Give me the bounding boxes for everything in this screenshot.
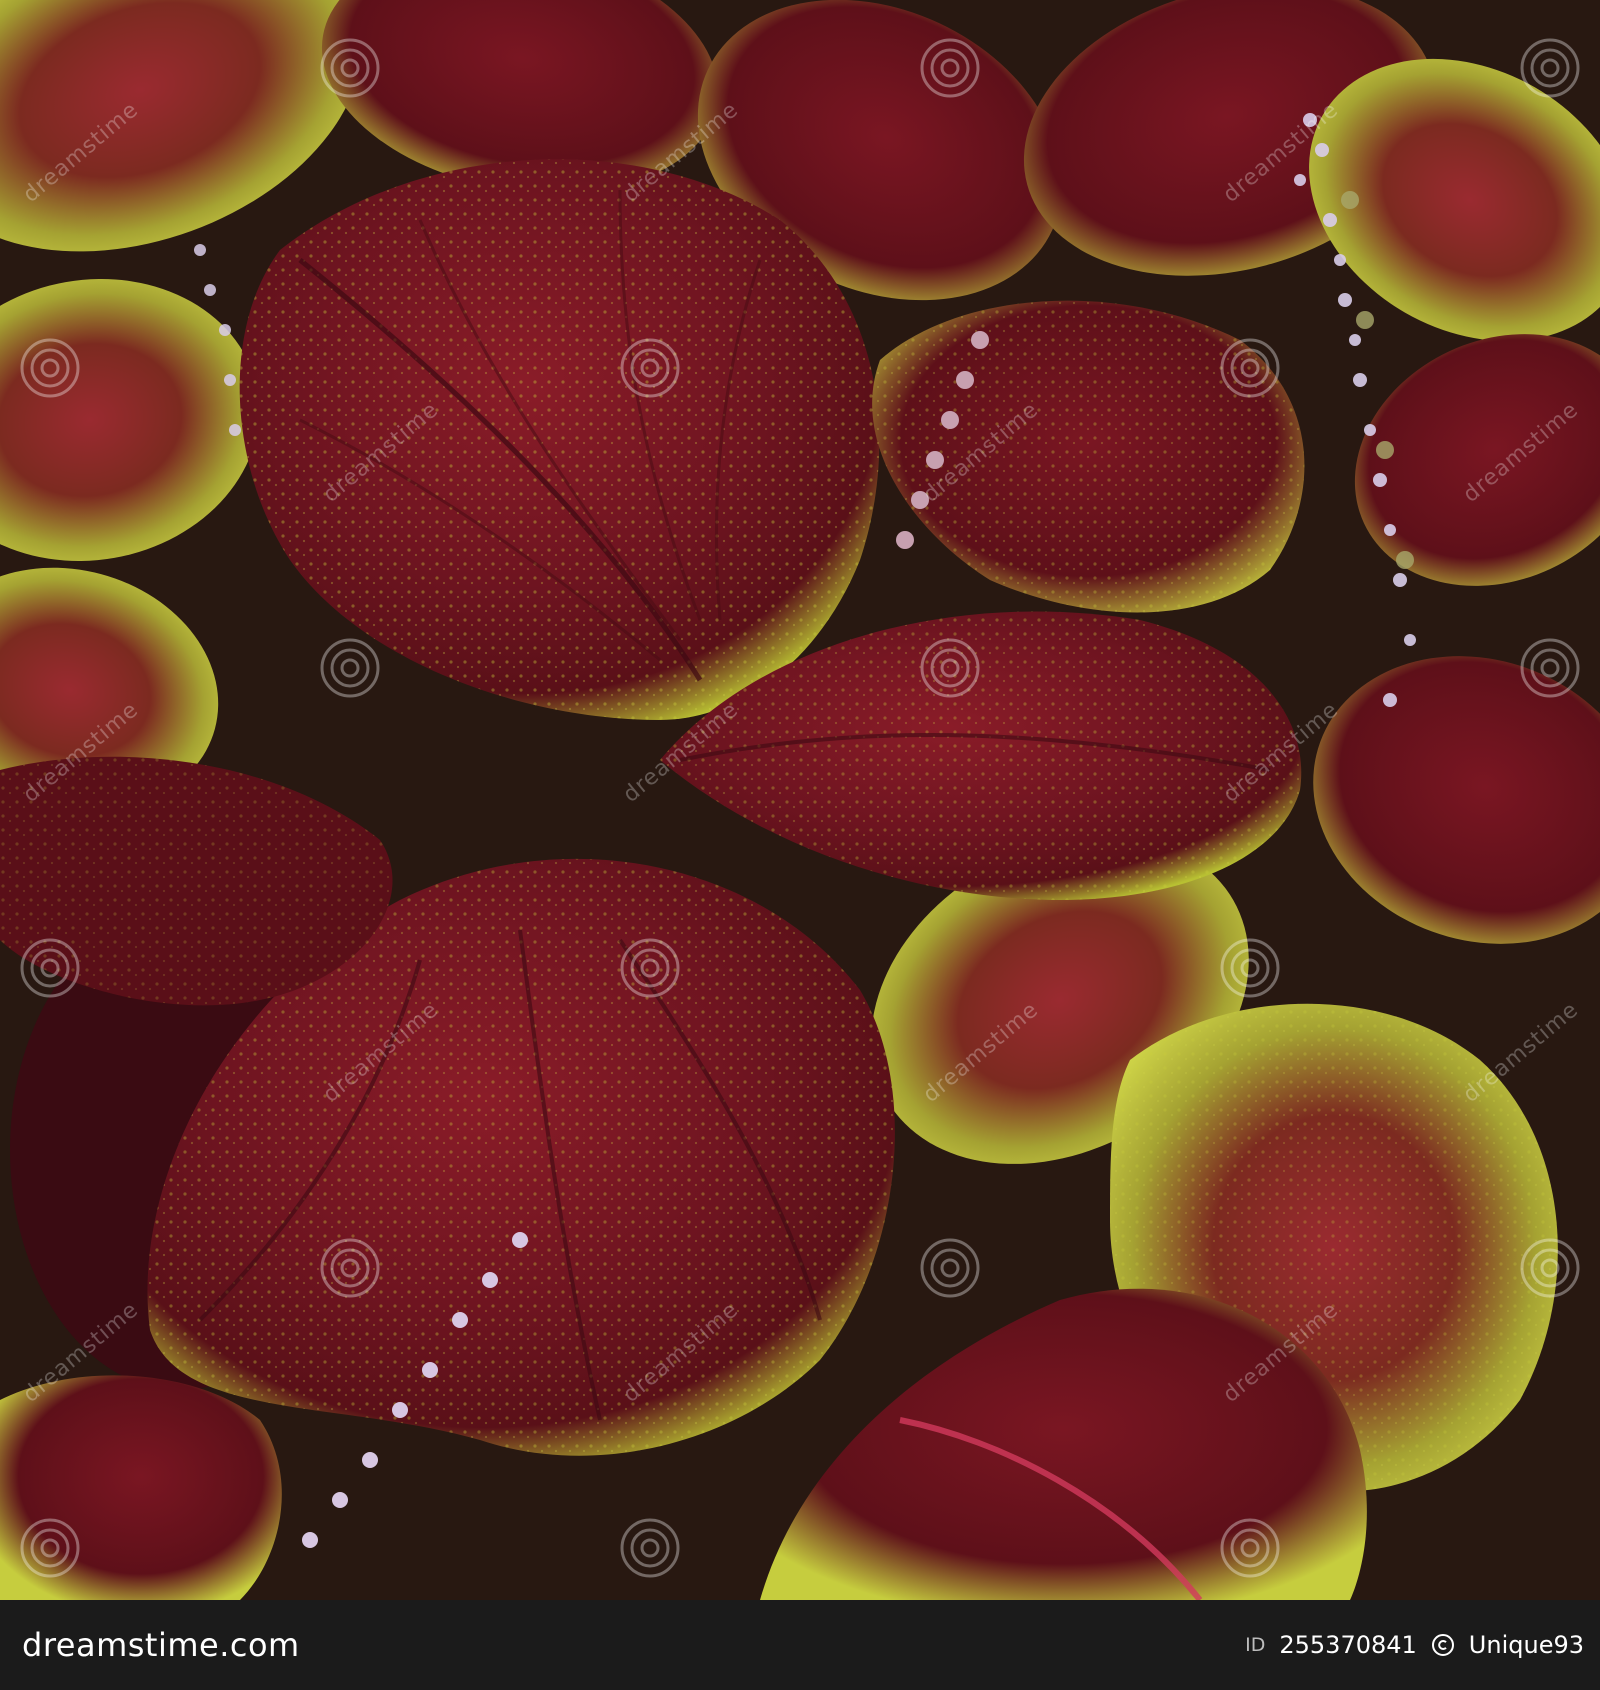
copyright-icon: [1431, 1634, 1454, 1656]
author-name[interactable]: Unique93: [1469, 1631, 1584, 1659]
watermark-spiral-icon: [320, 1238, 380, 1298]
watermark-spiral-icon: [620, 938, 680, 998]
coleus-leaves-illustration: [0, 0, 1600, 1600]
watermark-spiral-icon: [920, 1238, 980, 1298]
watermark-spiral-icon: [1520, 1238, 1580, 1298]
watermark-spiral-icon: [1220, 938, 1280, 998]
watermark-spiral-icon: [620, 338, 680, 398]
id-label: ID: [1245, 1634, 1266, 1656]
watermark-spiral-icon: [320, 638, 380, 698]
watermark-spiral-icon: [620, 1518, 680, 1578]
attribution-footer: dreamstime.com ID 255370841 Unique93: [0, 1600, 1600, 1690]
watermark-spiral-icon: [20, 1518, 80, 1578]
watermark-spiral-icon: [1520, 38, 1580, 98]
watermark-spiral-icon: [20, 938, 80, 998]
watermark-spiral-icon: [1520, 638, 1580, 698]
brand-logo-text[interactable]: dreamstime.com: [22, 1626, 300, 1664]
stock-photo-page: dreamstime dreamstime dreamstime dreamst…: [0, 0, 1600, 1690]
coleus-photo: dreamstime dreamstime dreamstime dreamst…: [0, 0, 1600, 1600]
image-meta: ID 255370841 Unique93: [1245, 1631, 1584, 1659]
image-id: 255370841: [1279, 1631, 1417, 1659]
watermark-spiral-icon: [20, 338, 80, 398]
watermark-spiral-icon: [1220, 1518, 1280, 1578]
watermark-spiral-icon: [920, 638, 980, 698]
watermark-spiral-icon: [320, 38, 380, 98]
watermark-spiral-icon: [1220, 338, 1280, 398]
watermark-spiral-icon: [920, 38, 980, 98]
